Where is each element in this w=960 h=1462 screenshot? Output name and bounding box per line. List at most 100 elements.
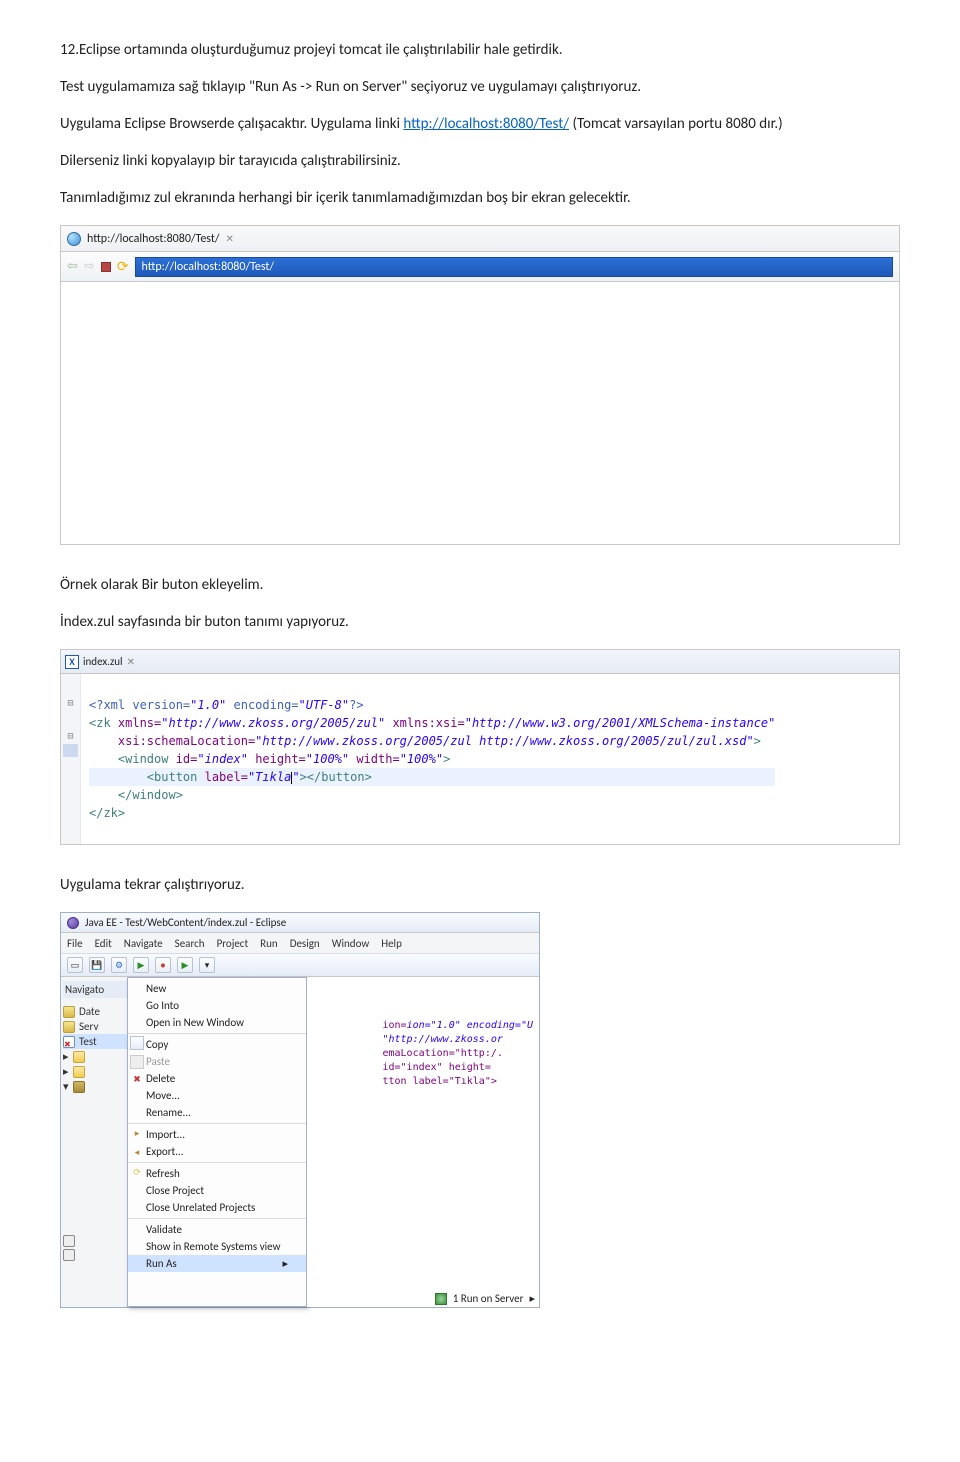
ctx-open-new-window[interactable]: Open in New Window <box>128 1014 306 1031</box>
paragraph: Uygulama Eclipse Browserde çalışacaktır.… <box>60 114 900 135</box>
window-titlebar: Java EE - Test/WebContent/index.zul - Ec… <box>61 913 539 933</box>
menu-item[interactable]: Help <box>381 937 402 950</box>
ctx-new[interactable]: New <box>128 980 306 997</box>
browser-screenshot: http://localhost:8080/Test/ ✕ ⇦ ⇨ ⟳ http… <box>60 225 900 545</box>
run-icon[interactable]: ▶ <box>177 957 193 973</box>
folder-icon <box>73 1081 85 1093</box>
tree-item[interactable]: Date <box>63 1004 128 1019</box>
back-icon[interactable]: ⇦ <box>67 259 78 274</box>
ctx-delete[interactable]: Delete <box>128 1070 306 1087</box>
ctx-rename[interactable]: Rename... <box>128 1104 306 1121</box>
code-snippet: ion=ion="1.0" encoding="U "http://www.zk… <box>382 1005 533 1103</box>
editor-tab-bar: X index.zul ✕ <box>61 650 899 674</box>
debug-icon[interactable]: ● <box>155 957 171 973</box>
menu-item[interactable]: File <box>67 937 83 950</box>
tree-item[interactable] <box>63 1248 128 1262</box>
paragraph: Test uygulamamıza sağ tıklayıp "Run As -… <box>60 77 900 98</box>
eclipse-screenshot: Java EE - Test/WebContent/index.zul - Ec… <box>60 912 540 1308</box>
ctx-close-project[interactable]: Close Project <box>128 1182 306 1199</box>
menu-item[interactable]: Search <box>175 937 205 950</box>
ctx-move[interactable]: Move... <box>128 1087 306 1104</box>
menu-item[interactable]: Navigate <box>124 937 163 950</box>
paragraph: Uygulama tekrar çalıştırıyoruz. <box>60 875 900 896</box>
fold-handle[interactable]: ⊟ <box>63 696 78 711</box>
toolbar: ▭ 💾 ⚙ ▶ ● ▶ ▾ <box>61 953 539 977</box>
tool-icon[interactable]: ⚙ <box>111 957 127 973</box>
stop-icon[interactable] <box>101 262 111 272</box>
ctx-run-as[interactable]: Run As▸ <box>128 1255 306 1272</box>
server-icon <box>63 1021 75 1033</box>
navigator-panel: Navigato Date Serv Test ▸ ▸ ▾ <box>61 977 131 1307</box>
navigator-title: Navigato <box>63 981 128 998</box>
paragraph: İndex.zul sayfasında bir buton tanımı ya… <box>60 612 900 633</box>
menu-item[interactable]: Edit <box>95 937 112 950</box>
folder-icon <box>73 1051 85 1063</box>
paragraph: Örnek olarak Bir buton ekleyelim. <box>60 575 900 596</box>
tree-item[interactable]: Serv <box>63 1019 128 1034</box>
ctx-refresh[interactable]: Refresh <box>128 1162 306 1182</box>
editor-tab-label[interactable]: index.zul <box>83 655 123 668</box>
forward-icon[interactable]: ⇨ <box>84 259 95 274</box>
db-icon <box>63 1006 75 1018</box>
refresh-icon[interactable]: ⟳ <box>117 258 129 275</box>
tab-close-icon[interactable]: ✕ <box>127 655 135 668</box>
tool-icon[interactable]: ▾ <box>199 957 215 973</box>
menu-bar: File Edit Navigate Search Project Run De… <box>61 933 539 953</box>
new-icon[interactable]: ▭ <box>67 957 83 973</box>
delete-icon <box>130 1072 144 1086</box>
editor-code-area[interactable]: ⊟ ⊟ <?xml version="1.0" encoding="UTF-8"… <box>61 674 899 844</box>
tree-item[interactable]: ▸ <box>63 1049 128 1064</box>
tree-item-selected[interactable]: Test <box>63 1034 128 1049</box>
file-icon <box>63 1235 75 1247</box>
editor-gutter: ⊟ ⊟ <box>61 674 81 844</box>
paste-icon <box>130 1055 144 1069</box>
ctx-import[interactable]: Import... <box>128 1123 306 1143</box>
window-title: Java EE - Test/WebContent/index.zul - Ec… <box>85 916 286 929</box>
project-icon <box>63 1036 75 1048</box>
menu-item[interactable]: Design <box>290 937 320 950</box>
browser-toolbar: ⇦ ⇨ ⟳ http://localhost:8080/Test/ <box>61 252 899 282</box>
copy-icon <box>130 1036 144 1050</box>
paragraph: Dilerseniz linki kopyalayıp bir tarayıcı… <box>60 151 900 172</box>
ctx-close-unrelated[interactable]: Close Unrelated Projects <box>128 1199 306 1216</box>
current-line: <button label="Tıkla"></button> <box>89 768 775 786</box>
menu-item[interactable]: Project <box>217 937 249 950</box>
menu-item[interactable]: Window <box>332 937 370 950</box>
folder-icon <box>73 1066 85 1078</box>
paragraph-12: 12.Eclipse ortamında oluşturduğumuz proj… <box>60 40 900 61</box>
link-test-url[interactable]: http://localhost:8080/Test/ <box>403 115 569 133</box>
editor-text: <?xml version="1.0" encoding="UTF-8"?> <… <box>81 674 783 844</box>
menu-item[interactable]: Run <box>260 937 278 950</box>
tree-item[interactable]: ▸ <box>63 1064 128 1079</box>
globe-icon <box>67 232 81 246</box>
fold-handle[interactable]: ⊟ <box>63 729 78 744</box>
ctx-validate[interactable]: Validate <box>128 1218 306 1238</box>
list-number: 12. <box>60 41 79 59</box>
address-bar[interactable]: http://localhost:8080/Test/ <box>135 257 893 277</box>
save-icon[interactable]: 💾 <box>89 957 105 973</box>
editor-screenshot: X index.zul ✕ ⊟ ⊟ <?xml version="1.0" en… <box>60 649 900 845</box>
run-icon[interactable]: ▶ <box>133 957 149 973</box>
submenu-label: 1 Run on Server <box>453 1292 524 1305</box>
ctx-paste: Paste <box>128 1053 306 1070</box>
tree-item[interactable]: ▾ <box>63 1079 128 1094</box>
ctx-show-remote[interactable]: Show in Remote Systems view <box>128 1238 306 1255</box>
context-menu: New Go Into Open in New Window Copy Past… <box>127 977 307 1307</box>
ctx-export[interactable]: Export... <box>128 1143 306 1160</box>
ctx-copy[interactable]: Copy <box>128 1033 306 1053</box>
browser-tab-label[interactable]: http://localhost:8080/Test/ <box>87 232 220 246</box>
run-submenu[interactable]: 1 Run on Server ▸ <box>435 1292 535 1305</box>
xml-file-icon: X <box>65 655 79 669</box>
refresh-icon <box>130 1165 144 1179</box>
import-icon <box>130 1126 144 1140</box>
tree-item[interactable] <box>63 1234 128 1248</box>
editor-area: ion=ion="1.0" encoding="U "http://www.zk… <box>307 977 539 1307</box>
ctx-go-into[interactable]: Go Into <box>128 997 306 1014</box>
tab-close-icon[interactable]: ✕ <box>226 232 234 245</box>
browser-viewport <box>61 282 899 532</box>
eclipse-icon <box>67 917 79 929</box>
paragraph: Tanımladığımız zul ekranında herhangi bi… <box>60 188 900 209</box>
export-icon <box>130 1145 144 1159</box>
browser-tab-bar: http://localhost:8080/Test/ ✕ <box>61 226 899 252</box>
file-icon <box>63 1249 75 1261</box>
